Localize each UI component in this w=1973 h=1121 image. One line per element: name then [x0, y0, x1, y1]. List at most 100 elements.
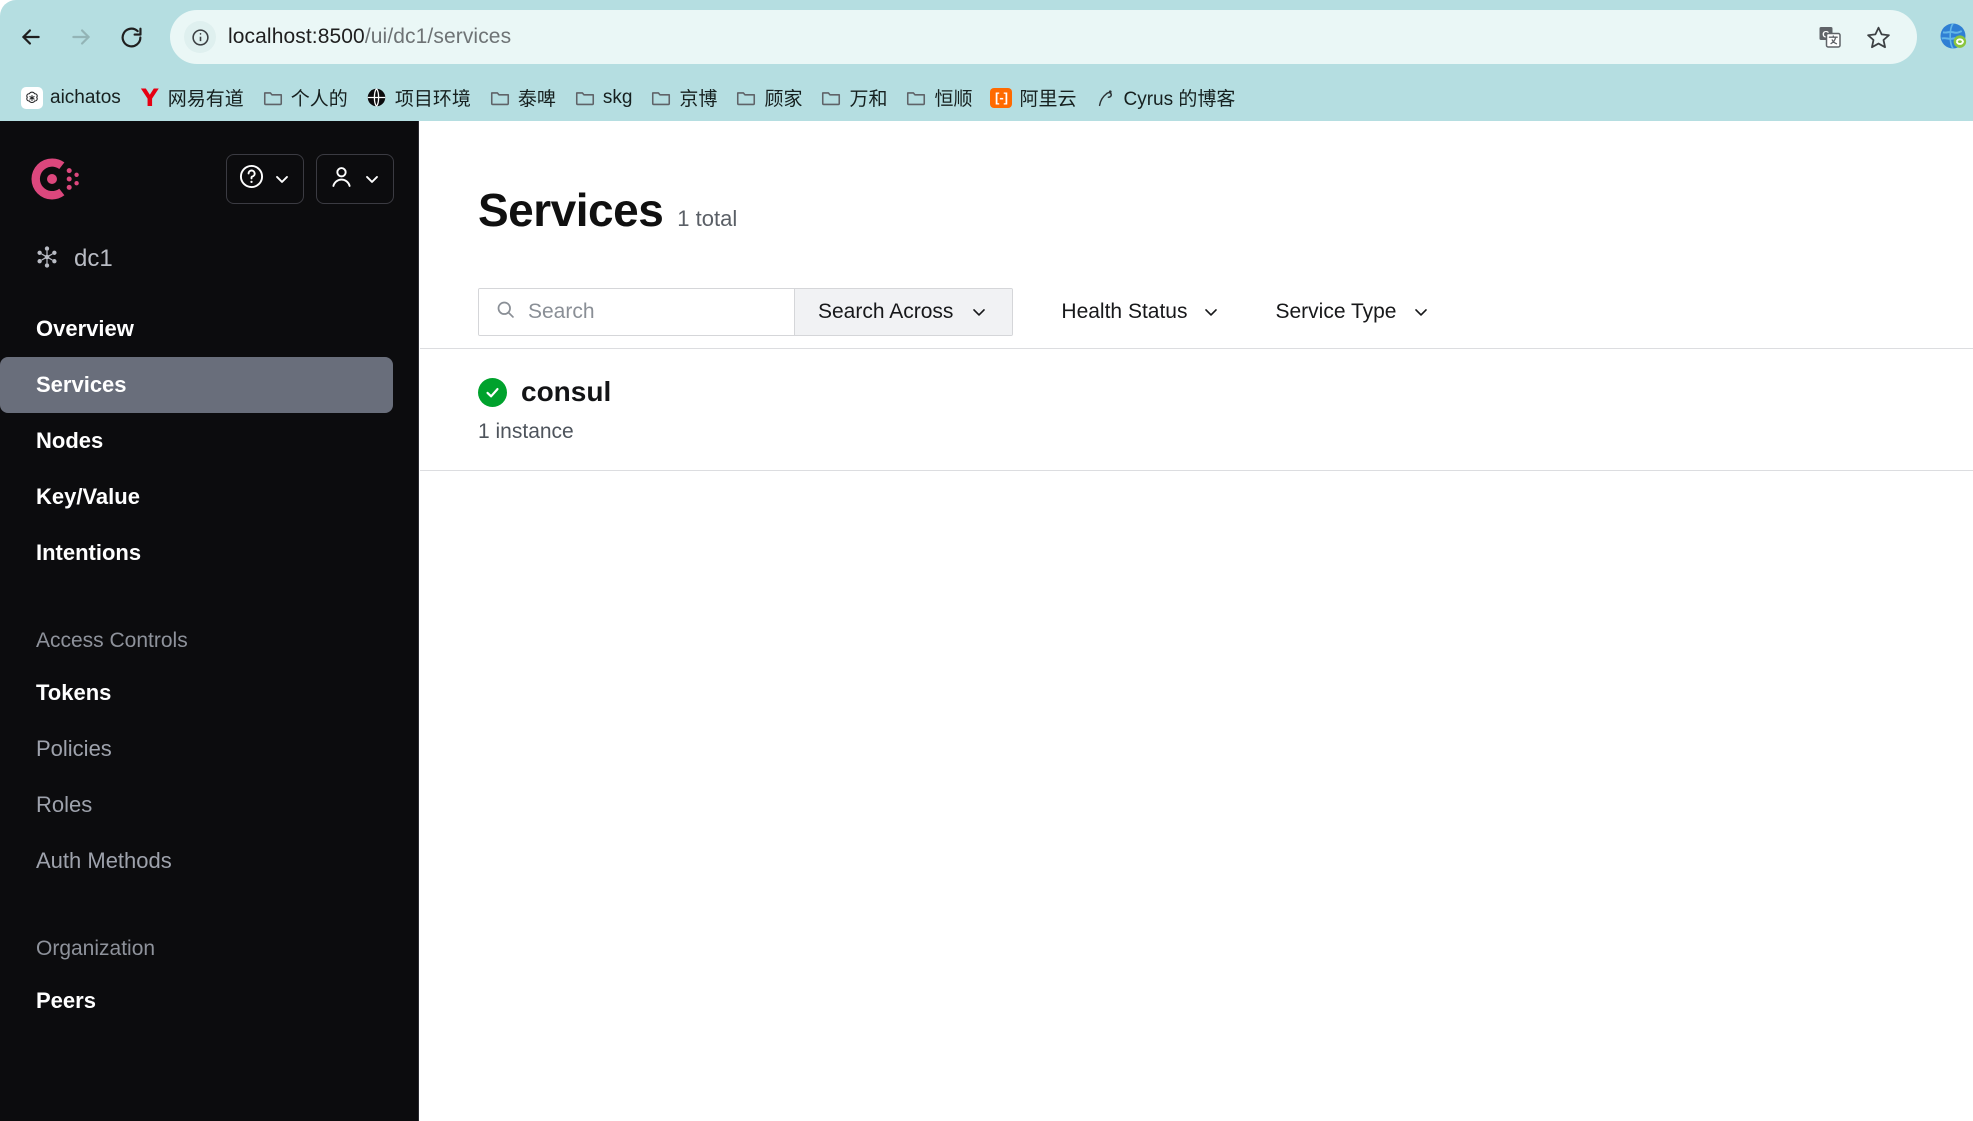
- search-across-dropdown[interactable]: Search Across: [794, 288, 1013, 335]
- bookmarks-bar: aichatos Y 网易有道 个人的 项目环境 泰啤 skg 京博 顾家 万和…: [0, 74, 1973, 121]
- bookmark-label: 项目环境: [394, 89, 471, 110]
- browser-toolbar: localhost:8500/ui/dc1/services G: [0, 0, 1973, 74]
- folder-icon: [262, 87, 284, 109]
- help-menu-button[interactable]: [226, 154, 304, 204]
- sidebar-header-actions: [226, 154, 394, 204]
- consul-app: dc1 Overview Services Nodes Key/Value In…: [0, 121, 1973, 1121]
- bookmark-label: Cyrus 的博客: [1123, 89, 1236, 110]
- forward-button[interactable]: [58, 14, 104, 60]
- bookmark-item[interactable]: 项目环境: [357, 81, 480, 115]
- globe-extension-icon[interactable]: [1935, 18, 1971, 54]
- bookmark-item[interactable]: 京博: [641, 81, 726, 115]
- sidebar-item-overview[interactable]: Overview: [0, 301, 393, 357]
- sidebar-item-auth-methods[interactable]: Auth Methods: [0, 833, 393, 889]
- question-circle-icon: [238, 163, 265, 195]
- chevron-down-icon: [1411, 302, 1431, 322]
- translate-icon[interactable]: G: [1811, 18, 1849, 56]
- search-group: Search Search Across: [478, 287, 1014, 336]
- bookmark-item[interactable]: aichatos: [12, 81, 130, 115]
- datacenter-icon: [34, 244, 60, 275]
- sidebar-item-roles[interactable]: Roles: [0, 777, 393, 833]
- info-circle-icon[interactable]: [184, 21, 216, 53]
- bookmark-item[interactable]: 顾家: [726, 81, 811, 115]
- chevron-down-icon: [1201, 302, 1221, 322]
- url-host: localhost:8500: [228, 25, 365, 48]
- sidebar-item-peers[interactable]: Peers: [0, 973, 393, 1029]
- bookmark-label: 泰啤: [517, 89, 556, 110]
- bookmark-item[interactable]: Cyrus 的博客: [1086, 81, 1245, 115]
- blog-icon: [1095, 87, 1117, 109]
- bookmark-label: 万和: [849, 89, 888, 110]
- service-type-dropdown[interactable]: Service Type: [1269, 288, 1436, 336]
- sidebar-item-tokens[interactable]: Tokens: [0, 665, 393, 721]
- bookmark-label: 恒顺: [934, 89, 973, 110]
- bookmark-item[interactable]: 个人的: [253, 81, 357, 115]
- bookmark-item[interactable]: [-] 阿里云: [981, 81, 1085, 115]
- bookmark-label: 网易有道: [167, 89, 244, 110]
- bookmark-label: 个人的: [290, 89, 348, 110]
- datacenter-selector[interactable]: dc1: [0, 215, 418, 275]
- check-circle-icon: [478, 377, 507, 407]
- service-name: consul: [521, 376, 612, 407]
- bookmark-item[interactable]: 万和: [811, 81, 896, 115]
- folder-icon: [735, 87, 757, 109]
- sidebar-item-services[interactable]: Services: [0, 357, 393, 413]
- bookmark-label: aichatos: [50, 86, 121, 108]
- sidebar-item-nodes[interactable]: Nodes: [0, 413, 393, 469]
- browser-chrome: localhost:8500/ui/dc1/services G: [0, 0, 1973, 121]
- back-button[interactable]: [8, 14, 54, 60]
- search-across-label: Search Across: [818, 299, 954, 323]
- aliyun-icon: [-]: [990, 87, 1013, 109]
- user-menu-button[interactable]: [316, 154, 394, 204]
- sidebar: dc1 Overview Services Nodes Key/Value In…: [0, 121, 419, 1121]
- address-bar-text: localhost:8500/ui/dc1/services: [228, 25, 511, 49]
- search-placeholder: Search: [528, 299, 595, 323]
- youdao-icon: Y: [141, 83, 159, 112]
- address-bar[interactable]: localhost:8500/ui/dc1/services G: [170, 10, 1917, 64]
- sidebar-heading-organization: Organization: [36, 937, 156, 960]
- search-input[interactable]: Search: [479, 288, 794, 335]
- sidebar-item-key-value[interactable]: Key/Value: [0, 469, 393, 525]
- filter-bar: Search Search Across Health Status Servi…: [420, 275, 1973, 349]
- url-path: /ui/dc1/services: [364, 25, 512, 48]
- globe-icon: [366, 87, 388, 109]
- bookmark-label: skg: [602, 86, 633, 108]
- consul-logo-icon[interactable]: [28, 152, 82, 206]
- sidebar-item-policies[interactable]: Policies: [0, 721, 393, 777]
- user-icon: [328, 163, 355, 195]
- bookmark-item[interactable]: Y 网易有道: [130, 81, 253, 115]
- search-icon: [495, 299, 516, 325]
- sidebar-header: [0, 121, 418, 215]
- openai-icon: [21, 86, 43, 109]
- page-total-count: 1 total: [677, 206, 738, 231]
- service-name-row: consul: [478, 376, 1973, 408]
- page-title: Services: [478, 184, 664, 236]
- bookmark-item[interactable]: 泰啤: [480, 81, 565, 115]
- address-bar-actions: G: [1811, 18, 1897, 56]
- sidebar-nav: Overview Services Nodes Key/Value Intent…: [0, 301, 418, 1029]
- bookmark-item[interactable]: 恒顺: [896, 81, 981, 115]
- service-instance-count: 1 instance: [478, 420, 574, 443]
- folder-icon: [820, 87, 842, 109]
- datacenter-name: dc1: [74, 245, 113, 272]
- folder-icon: [650, 87, 672, 109]
- folder-icon: [905, 87, 927, 109]
- folder-icon: [574, 87, 596, 109]
- chevron-down-icon: [969, 302, 989, 322]
- bookmark-item[interactable]: skg: [565, 81, 642, 115]
- service-list-item[interactable]: consul 1 instance: [420, 349, 1973, 471]
- health-status-dropdown[interactable]: Health Status: [1055, 288, 1227, 336]
- chevron-down-icon: [272, 169, 292, 189]
- sidebar-heading-access-controls: Access Controls: [36, 629, 188, 652]
- page-header: Services 1 total: [420, 121, 1973, 237]
- star-icon[interactable]: [1859, 18, 1897, 56]
- bookmark-label: 顾家: [764, 89, 803, 110]
- bookmark-label: 京博: [679, 89, 718, 110]
- folder-icon: [489, 87, 511, 109]
- sidebar-item-intentions[interactable]: Intentions: [0, 525, 393, 581]
- reload-button[interactable]: [108, 14, 154, 60]
- chevron-down-icon: [362, 169, 382, 189]
- bookmark-label: 阿里云: [1019, 89, 1077, 110]
